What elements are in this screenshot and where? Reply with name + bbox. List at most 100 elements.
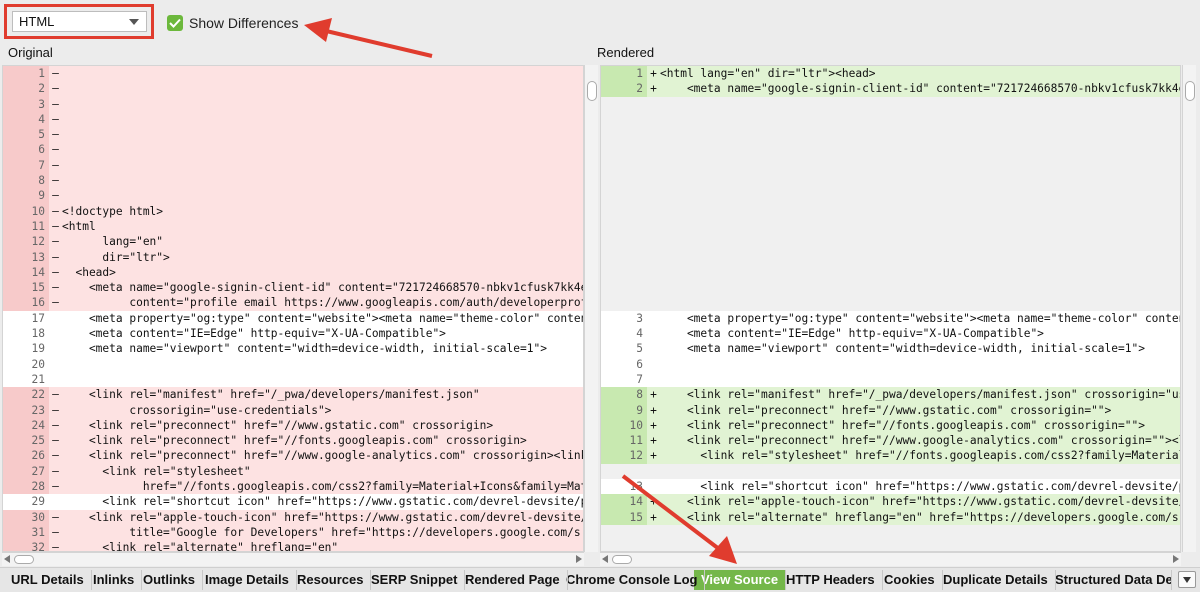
diff-marker: – [52, 281, 59, 295]
diff-marker: – [52, 82, 59, 96]
diff-marker: – [52, 128, 59, 142]
code-line: 19 <meta name="viewport" content="width=… [3, 341, 583, 356]
line-number: 7 [3, 157, 49, 174]
rendered-vertical-scrollbar[interactable] [1182, 65, 1196, 552]
show-differences-checkbox[interactable] [167, 15, 183, 31]
code-line [601, 280, 1180, 296]
code-line: 5 <meta name="viewport" content="width=d… [601, 341, 1180, 356]
code-line [601, 463, 1180, 480]
code-line: 6– [3, 142, 583, 158]
code-line: 27– <link rel="stylesheet" [3, 463, 583, 480]
original-source-pane[interactable]: 1–2–3–4–5–6–7–8–9–10– <!doctype html> 11– <… [2, 65, 584, 552]
tab-http-headers[interactable]: HTTP Headers [779, 570, 883, 590]
code-line [601, 295, 1180, 311]
tab-resources[interactable]: Resources [290, 570, 372, 590]
tab-view-source[interactable]: View Source [694, 570, 787, 590]
line-number: 26 [3, 448, 49, 464]
line-number: 1 [3, 66, 49, 82]
tab-outlinks[interactable]: Outlinks [136, 570, 204, 590]
line-code: lang="en" [62, 235, 164, 249]
original-pane-title: Original [8, 45, 53, 60]
line-code: <link rel="preconnect" href="//fonts.goo… [62, 434, 527, 448]
code-line: 25– <link rel="preconnect" href="//fonts… [3, 433, 583, 449]
line-code: <link rel="manifest" href="/_pwa/develop… [62, 388, 480, 402]
tab-cookies[interactable]: Cookies [877, 570, 943, 590]
code-line: 3 <meta property="og:type" content="webs… [601, 311, 1180, 326]
code-line: 28– href="//fonts.googleapis.com/css2?fa… [3, 479, 583, 495]
original-horizontal-scrollbar[interactable] [2, 552, 584, 566]
line-number: 8 [3, 173, 49, 189]
code-line [601, 540, 1180, 551]
code-line: 13– dir="ltr"> [3, 249, 583, 265]
line-number: 32 [3, 540, 49, 551]
line-number: 10 [3, 203, 49, 219]
rendered-horizontal-scrollbar[interactable] [600, 552, 1181, 566]
code-line: 2– [3, 81, 583, 97]
line-number: 12 [601, 448, 647, 464]
code-line [601, 111, 1180, 128]
scroll-thumb[interactable] [587, 81, 597, 101]
diff-marker: – [52, 235, 59, 249]
rendered-source-pane[interactable]: 1 + <html lang="en" dir="ltr"><head> 2 + <me… [600, 65, 1181, 552]
code-line: 29 <link rel="shortcut icon" href="https… [3, 494, 583, 509]
tab-image-details[interactable]: Image Details [198, 570, 297, 590]
tab-url-details[interactable]: URL Details [4, 570, 92, 590]
code-line: 5– [3, 127, 583, 143]
code-line: 4– [3, 111, 583, 128]
check-icon [169, 18, 181, 28]
code-line: 21 [3, 372, 583, 387]
annotation-arrow-top [304, 18, 433, 58]
code-line: 8– [3, 173, 583, 189]
tab-serp-snippet[interactable]: SERP Snippet [364, 570, 466, 590]
scroll-left-icon[interactable] [602, 555, 608, 563]
code-line: 31– title="Google for Developers" href="… [3, 524, 583, 541]
line-code: crossorigin="use-credentials"> [62, 403, 332, 417]
line-number: 3 [3, 96, 49, 112]
code-line: 32– <link rel="alternate" hreflang="en" [3, 540, 583, 551]
diff-marker: – [52, 480, 59, 494]
scroll-right-icon[interactable] [1173, 555, 1179, 563]
chevron-down-icon [129, 19, 139, 25]
format-select-highlight: HTML [4, 4, 154, 39]
tab-overflow-menu-button[interactable] [1178, 571, 1196, 588]
scroll-left-icon[interactable] [4, 555, 10, 563]
code-line [601, 142, 1180, 158]
line-number: 4 [636, 327, 643, 341]
code-line: 7 [601, 372, 1180, 387]
format-select[interactable]: HTML [12, 11, 147, 32]
code-line: 23– crossorigin="use-credentials"> [3, 402, 583, 418]
line-code: <meta property="og:type" content="websit… [660, 311, 1181, 325]
code-line [601, 249, 1180, 265]
line-code: title="Google for Developers" href="http… [62, 525, 581, 539]
line-number: 30 [3, 509, 49, 525]
diff-marker: – [52, 112, 59, 126]
show-differences-label[interactable]: Show Differences [189, 15, 298, 32]
scroll-thumb[interactable] [1185, 81, 1195, 101]
tab-rendered-page[interactable]: Rendered Page [458, 570, 568, 590]
code-line: 16– content="profile email https://www.g… [3, 295, 583, 311]
diff-marker: + [650, 510, 657, 524]
code-line: 24– <link rel="preconnect" href="//www.g… [3, 417, 583, 434]
diff-marker: – [52, 67, 59, 80]
scroll-right-icon[interactable] [576, 555, 582, 563]
line-number: 7 [636, 372, 643, 386]
line-number: 2 [3, 81, 49, 97]
tab-chrome-console-log[interactable]: Chrome Console Log [559, 570, 706, 590]
diff-marker: – [52, 250, 59, 264]
line-code: <meta name="viewport" content="width=dev… [660, 342, 1145, 356]
code-line [601, 234, 1180, 250]
line-number: 14 [601, 494, 647, 510]
code-line: 8 + <link rel="manifest" href="/_pwa/deve… [601, 387, 1180, 403]
tab-inlinks[interactable]: Inlinks [86, 570, 143, 590]
diff-marker: – [52, 388, 59, 402]
tab-structured-data-deta[interactable]: Structured Data Deta [1048, 570, 1172, 590]
rendered-lines: 1 + <html lang="en" dir="ltr"><head> 2 + <me… [601, 66, 1180, 551]
tab-duplicate-details[interactable]: Duplicate Details [936, 570, 1056, 590]
scroll-thumb[interactable] [14, 555, 34, 564]
line-code: <meta name="viewport" content="width=dev… [62, 342, 547, 356]
code-line: 13 <link rel="shortcut icon" href="https… [601, 479, 1180, 494]
code-line: 15 + <link rel="alternate" hreflang="en" … [601, 509, 1180, 525]
original-vertical-scrollbar[interactable] [584, 65, 598, 552]
scroll-thumb[interactable] [612, 555, 632, 564]
line-number: 20 [31, 357, 45, 371]
